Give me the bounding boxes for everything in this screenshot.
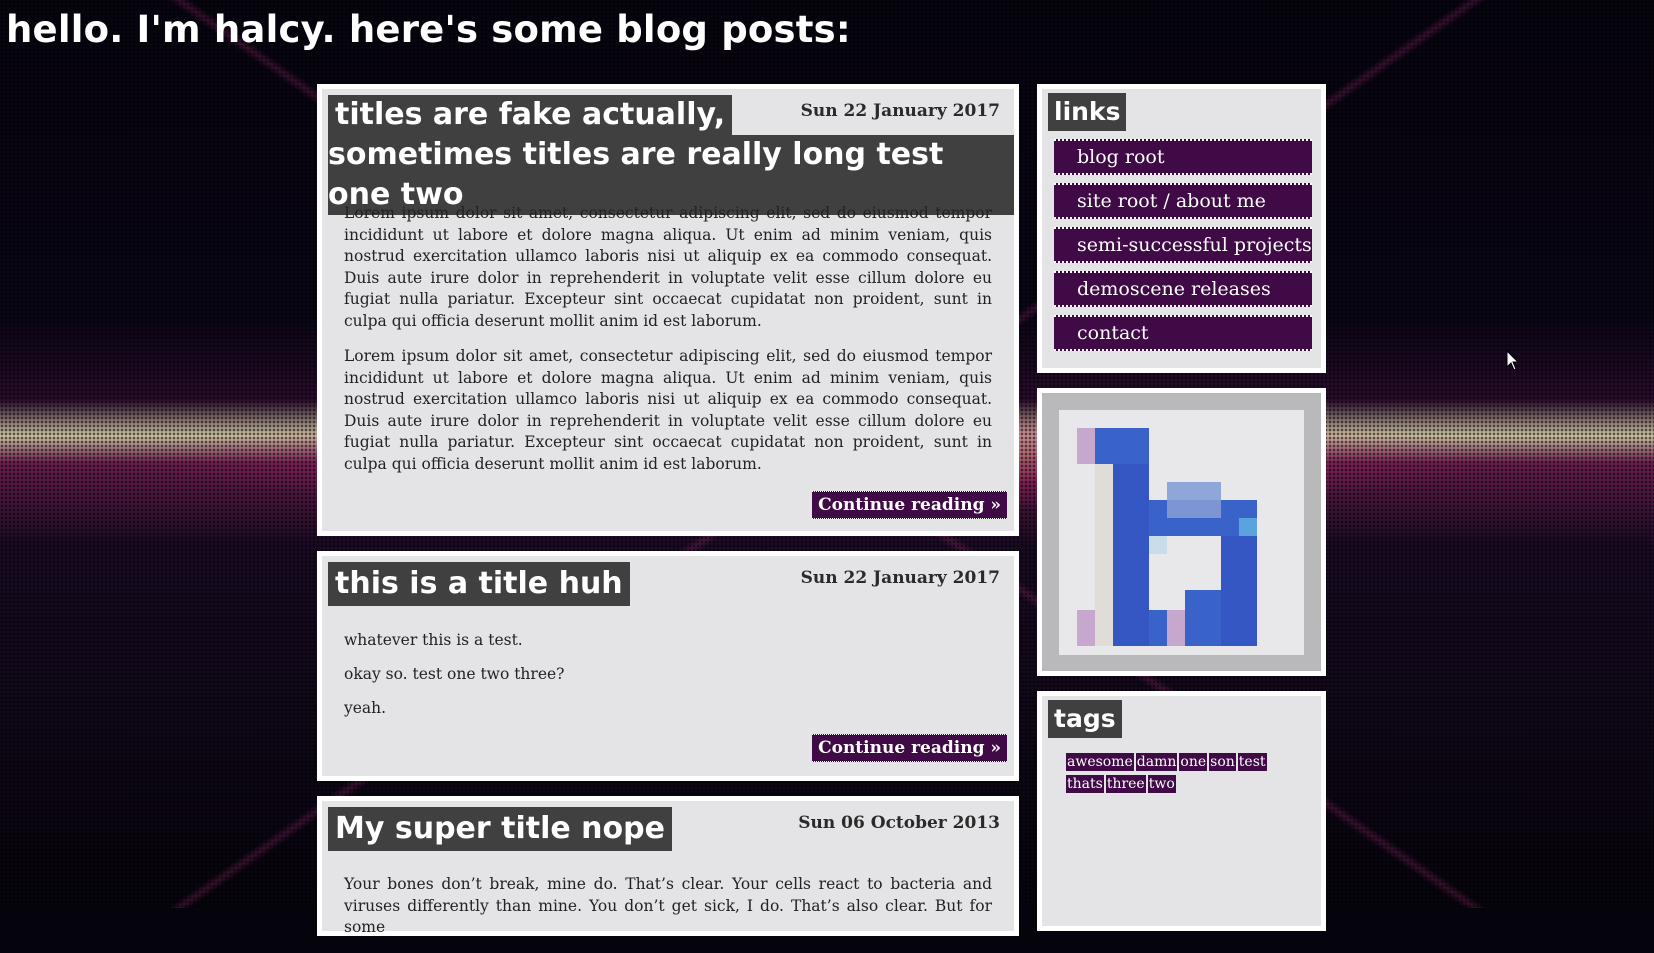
link-blog-root[interactable]: blog root [1054, 139, 1312, 175]
post-date: Sun 22 January 2017 [800, 101, 1000, 121]
post-title-link[interactable]: this is a title huh [328, 562, 630, 606]
avatar [1059, 410, 1304, 655]
tag-link[interactable]: test [1237, 753, 1267, 771]
post-title-line[interactable]: titles are fake actually, [328, 95, 733, 135]
blog-post: My super title nope Sun 06 October 2013 … [317, 796, 1019, 936]
post-paragraph: Your bones don’t break, mine do. That’s … [344, 875, 992, 936]
blog-post: this is a title huh Sun 22 January 2017 … [317, 551, 1019, 781]
post-date: Sun 06 October 2013 [798, 813, 1000, 833]
tag-link[interactable]: one [1179, 753, 1208, 771]
mouse-cursor-icon [1506, 350, 1520, 371]
tags-heading: tags [1048, 700, 1122, 738]
post-paragraph: whatever this is a test. [344, 631, 523, 649]
post-paragraph: Lorem ipsum dolor sit amet, consectetur … [344, 204, 992, 330]
post-title[interactable]: My super title nope [328, 807, 672, 851]
tag-link[interactable]: three [1105, 775, 1146, 793]
blog-post: titles are fake actually, sometimes titl… [317, 84, 1019, 536]
post-body: Lorem ipsum dolor sit amet, consectetur … [344, 203, 992, 489]
post-title[interactable]: this is a title huh [328, 562, 630, 606]
link-demoscene[interactable]: demoscene releases [1054, 271, 1312, 307]
post-body: Your bones don’t break, mine do. That’s … [344, 874, 992, 953]
tags-panel: tags awesome damn one son test thats three two [1037, 691, 1326, 931]
site-title: hello. I'm halcy. here's some blog posts… [6, 8, 851, 51]
post-title-link[interactable]: My super title nope [328, 807, 672, 851]
continue-reading-button[interactable]: Continue reading » [812, 491, 1007, 519]
tag-link[interactable]: son [1209, 753, 1236, 771]
post-paragraph: Lorem ipsum dolor sit amet, consectetur … [344, 347, 992, 473]
post-paragraph: okay so. test one two three? [344, 665, 565, 683]
link-site-root[interactable]: site root / about me [1054, 183, 1312, 219]
tag-link[interactable]: awesome [1066, 753, 1134, 771]
post-body: whatever this is a test. okay so. test o… [344, 630, 992, 732]
tag-link[interactable]: thats [1066, 775, 1104, 793]
post-paragraph: yeah. [344, 699, 387, 717]
avatar-panel [1037, 388, 1326, 676]
post-title-line[interactable]: My super title nope [328, 807, 672, 851]
link-contact[interactable]: contact [1054, 315, 1312, 351]
post-date: Sun 22 January 2017 [800, 568, 1000, 588]
post-title-line[interactable]: this is a title huh [328, 562, 630, 606]
tag-link[interactable]: two [1147, 775, 1176, 793]
continue-reading-button[interactable]: Continue reading » [812, 734, 1007, 762]
tag-list: awesome damn one son test thats three two [1066, 750, 1296, 794]
tag-link[interactable]: damn [1135, 753, 1178, 771]
links-heading: links [1048, 93, 1127, 131]
pixel-h-avatar-icon [1077, 428, 1257, 646]
links-panel: links blog root site root / about me sem… [1037, 84, 1326, 373]
link-projects[interactable]: semi-successful projects [1054, 227, 1312, 263]
